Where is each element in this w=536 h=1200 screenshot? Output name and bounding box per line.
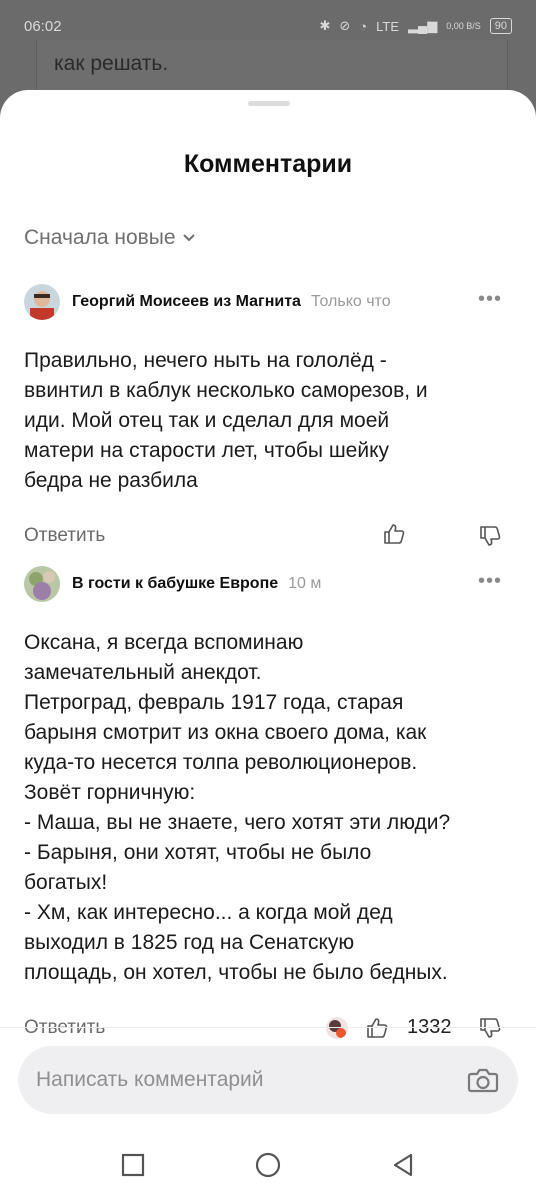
comment-time: Только что — [310, 293, 391, 310]
comments-sheet: Комментарии Сначала новые Георгий Моисее… — [0, 90, 536, 1200]
comment-input[interactable]: Написать комментарий — [18, 1046, 518, 1114]
bluetooth-icon: ✱ — [319, 18, 331, 33]
status-time: 06:02 — [24, 17, 62, 35]
screen: 06:02 ✱ ⊘ ◔ LTE ▂▄▆ 0,00 B/S 90 как реша… — [0, 0, 536, 1200]
comment-header: В гости к бабушке Европе 10 м ••• — [24, 566, 512, 602]
system-nav-bar — [0, 1130, 536, 1200]
comment-item: В гости к бабушке Европе 10 м ••• Оксана… — [24, 566, 512, 1046]
comment-item: Георгий Моисеев из Магнита Только что ••… — [24, 284, 512, 554]
square-icon[interactable] — [121, 1153, 145, 1177]
reactor-avatar — [326, 1017, 348, 1039]
comment-header: Георгий Моисеев из Магнита Только что ••… — [24, 284, 512, 320]
thumbs-down-icon[interactable] — [478, 524, 502, 548]
thumbs-up-icon[interactable] — [365, 1016, 389, 1040]
back-triangle-icon[interactable] — [391, 1152, 415, 1178]
sort-label: Сначала новые — [24, 226, 176, 249]
comment-text: Оксана, я всегда вспоминаю замечательный… — [24, 631, 451, 984]
drag-handle[interactable] — [248, 101, 290, 106]
camera-icon[interactable] — [466, 1063, 500, 1097]
wifi-icon: ◔ — [359, 18, 368, 34]
chevron-down-icon — [182, 234, 195, 242]
circle-icon[interactable] — [255, 1152, 281, 1178]
comment-actions: Ответить — [24, 518, 512, 554]
reply-button[interactable]: Ответить — [24, 1017, 105, 1039]
comment-actions: Ответить 1332 — [24, 1010, 512, 1046]
more-icon[interactable]: ••• — [478, 570, 502, 593]
comment-time: 10 м — [288, 575, 322, 592]
network-speed: 0,00 B/S — [446, 21, 481, 31]
status-icons: ✱ ⊘ ◔ LTE ▂▄▆ 0,00 B/S 90 — [319, 18, 512, 34]
signal-icon: ▂▄▆ — [408, 18, 438, 33]
network-type: LTE — [376, 18, 399, 34]
comment-author[interactable]: Георгий Моисеев из Магнита — [72, 293, 301, 311]
battery-icon: 90 — [489, 18, 512, 34]
more-icon[interactable]: ••• — [478, 288, 502, 311]
sort-dropdown[interactable]: Сначала новые — [24, 226, 196, 250]
thumbs-up-icon[interactable] — [382, 522, 406, 546]
comment-text: Правильно, нечего ныть на гололёд - ввин… — [24, 349, 428, 492]
sheet-title: Комментарии — [183, 150, 353, 178]
avatar[interactable] — [24, 284, 60, 320]
do-not-disturb-icon: ⊘ — [339, 18, 351, 33]
avatar[interactable] — [24, 566, 60, 602]
background-article-text: как решать. — [54, 52, 169, 75]
comment-author[interactable]: В гости к бабушке Европе — [72, 575, 278, 593]
reply-button[interactable]: Ответить — [24, 525, 105, 547]
divider — [0, 1027, 536, 1028]
thumbs-down-icon[interactable] — [478, 1016, 502, 1040]
comment-input-placeholder: Написать комментарий — [36, 1068, 264, 1091]
